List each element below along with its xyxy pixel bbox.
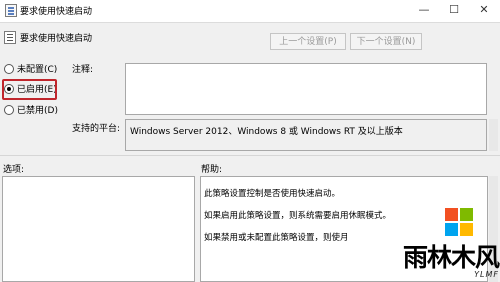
watermark: 雨林木风 YLMF [403,202,500,280]
radio-not-configured-circle[interactable] [4,63,14,74]
supported-on-value: Windows Server 2012、Windows 8 或 Windows … [125,119,487,151]
next-setting-button[interactable]: 下一个设置(N) [350,33,422,50]
radio-disabled-circle[interactable] [4,104,14,115]
policy-name: 要求使用快速启动 [20,34,93,44]
comment-label: 注释: [72,65,94,75]
supported-on-scrollbar[interactable] [489,119,498,151]
help-label: 帮助: [201,165,223,175]
section-divider [0,155,500,156]
policy-header: 要求使用快速启动 [0,26,500,50]
maximize-button[interactable]: ☐ [440,0,468,20]
radio-not-configured[interactable]: 未配置(C) [4,63,57,77]
watermark-brand: 雨林木风 [402,243,500,272]
windows-logo-icon [445,208,473,236]
options-label: 选项: [3,165,25,175]
radio-disabled[interactable]: 已禁用(D) [4,104,58,118]
title-bar: 要求使用快速启动 — ☐ ✕ [0,0,500,23]
policy-app-icon [5,4,17,17]
policy-setting-icon [4,31,16,44]
help-paragraph: 此策略设置控制是否使用快速启动。 [204,189,341,199]
supported-on-label: 支持的平台: [72,124,121,134]
comment-textarea[interactable] [125,63,487,115]
window-title: 要求使用快速启动 [20,7,93,17]
close-button[interactable]: ✕ [470,0,498,20]
minimize-button[interactable]: — [410,0,438,20]
radio-disabled-label: 已禁用(D) [17,106,58,116]
previous-setting-button[interactable]: 上一个设置(P) [270,33,346,50]
options-panel [2,176,195,282]
enabled-highlight-box [2,79,57,100]
radio-not-configured-label: 未配置(C) [17,65,58,75]
watermark-sub: YLMF [474,270,499,279]
